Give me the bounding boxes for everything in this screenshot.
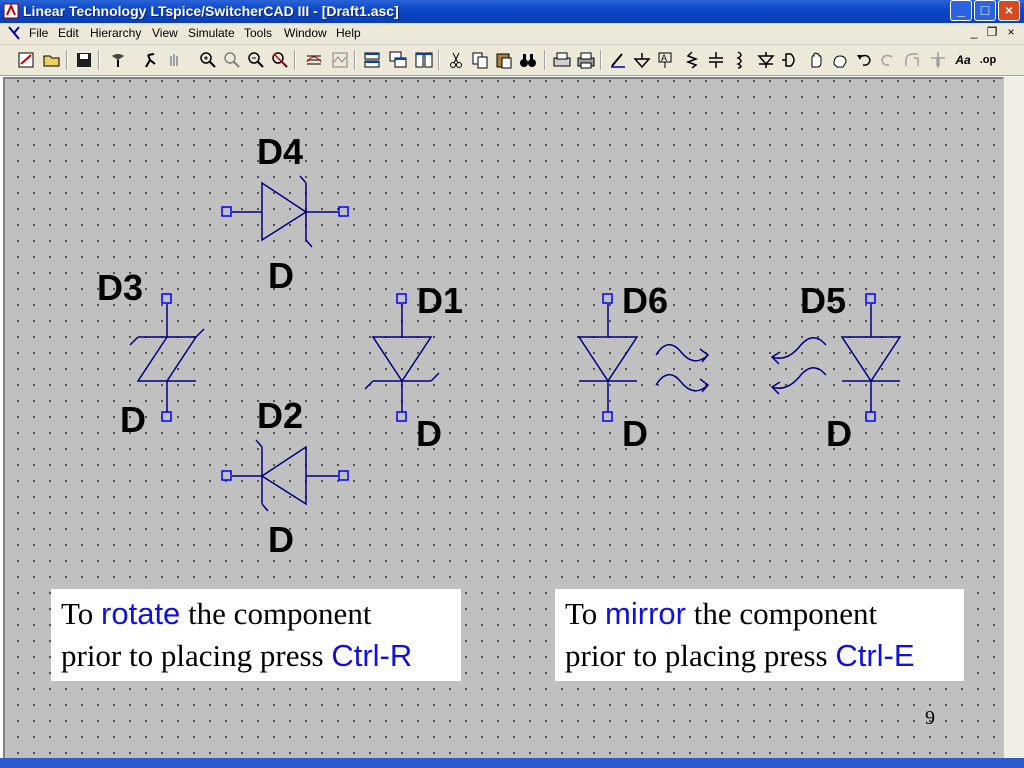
mirror-note-line1: To mirror the component [565, 596, 878, 631]
diode-d2-ref: D2 [257, 395, 303, 436]
diode-d1-pin-cathode [396, 411, 407, 422]
diode-d5[interactable]: D5 D [800, 280, 902, 454]
diode-d1[interactable]: D1 D [364, 280, 463, 454]
rotate-note-line2: prior to placing press Ctrl-R [61, 638, 413, 673]
diode-d6-ref: D6 [622, 280, 668, 321]
diode-d2[interactable]: D2 D [221, 395, 349, 560]
diode-d3[interactable]: D3 D [97, 267, 205, 440]
diode-d4[interactable]: D4 D [221, 131, 349, 296]
diode-d5-value: D [826, 413, 852, 454]
mirror-shortcut: Ctrl-E [835, 638, 915, 673]
diode-d5-pin-cathode [865, 411, 876, 422]
rotate-shortcut: Ctrl-R [331, 638, 413, 673]
diode-d2-pin-cathode [221, 470, 232, 481]
taskbar-strip [0, 758, 1024, 768]
mirror-note: To mirror the component prior to placing… [555, 589, 964, 681]
rotate-note-line1: To rotate the component [61, 596, 372, 631]
diode-d4-pin-cathode [338, 206, 349, 217]
vertical-scrollbar[interactable] [1003, 77, 1024, 758]
mirror-arrows-left-icon [770, 337, 827, 395]
diode-d5-pin-anode [865, 293, 876, 304]
diode-d1-ref: D1 [417, 280, 463, 321]
slide-number: 9 [925, 707, 935, 729]
diode-d2-pin-anode [338, 470, 349, 481]
diode-d6[interactable]: D6 D [577, 280, 668, 454]
diode-d5-ref: D5 [800, 280, 846, 321]
diode-d1-pin-anode [396, 293, 407, 304]
rotate-note: To rotate the component prior to placing… [51, 589, 461, 681]
diode-d6-value: D [622, 413, 648, 454]
diode-d3-value: D [120, 399, 146, 440]
diode-d4-pin-anode [221, 206, 232, 217]
diode-d3-pin-cathode [161, 293, 172, 304]
diode-d4-value: D [268, 255, 294, 296]
diode-d2-value: D [268, 519, 294, 560]
diode-d6-pin-anode [602, 293, 613, 304]
diode-d3-pin-anode [161, 411, 172, 422]
mirror-note-line2: prior to placing press Ctrl-E [565, 638, 915, 673]
mirror-arrows-right-icon [655, 344, 710, 393]
rotate-keyword: rotate [101, 596, 181, 631]
diode-d3-ref: D3 [97, 267, 143, 308]
mirror-keyword: mirror [605, 596, 686, 631]
diode-d1-value: D [416, 413, 442, 454]
diode-d6-pin-cathode [602, 411, 613, 422]
diode-d4-ref: D4 [257, 131, 303, 172]
